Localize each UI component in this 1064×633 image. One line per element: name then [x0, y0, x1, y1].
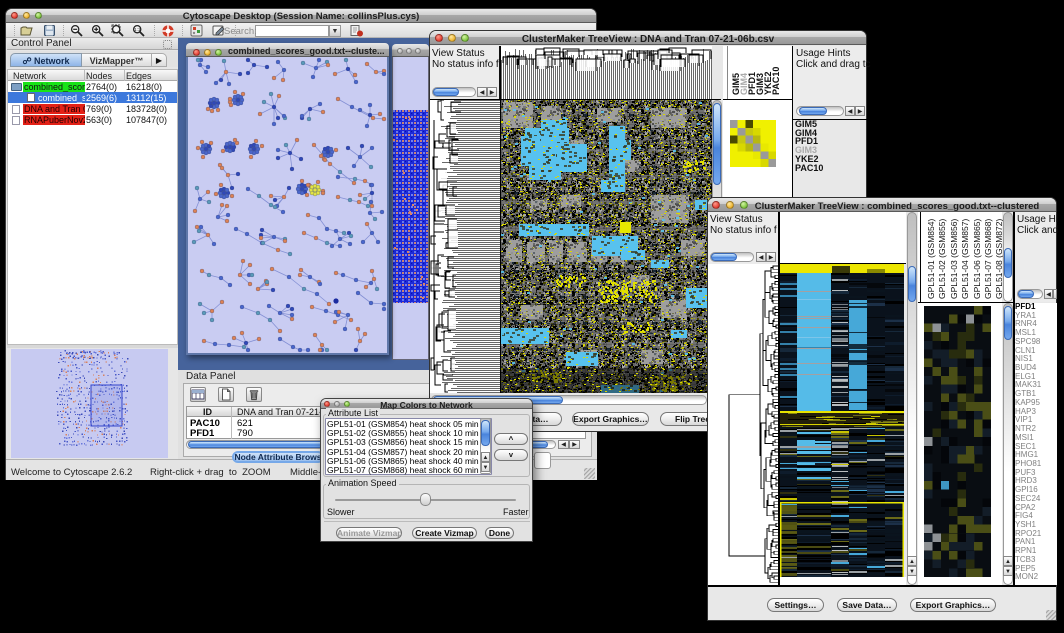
- svg-text:1:1: 1:1: [134, 27, 141, 32]
